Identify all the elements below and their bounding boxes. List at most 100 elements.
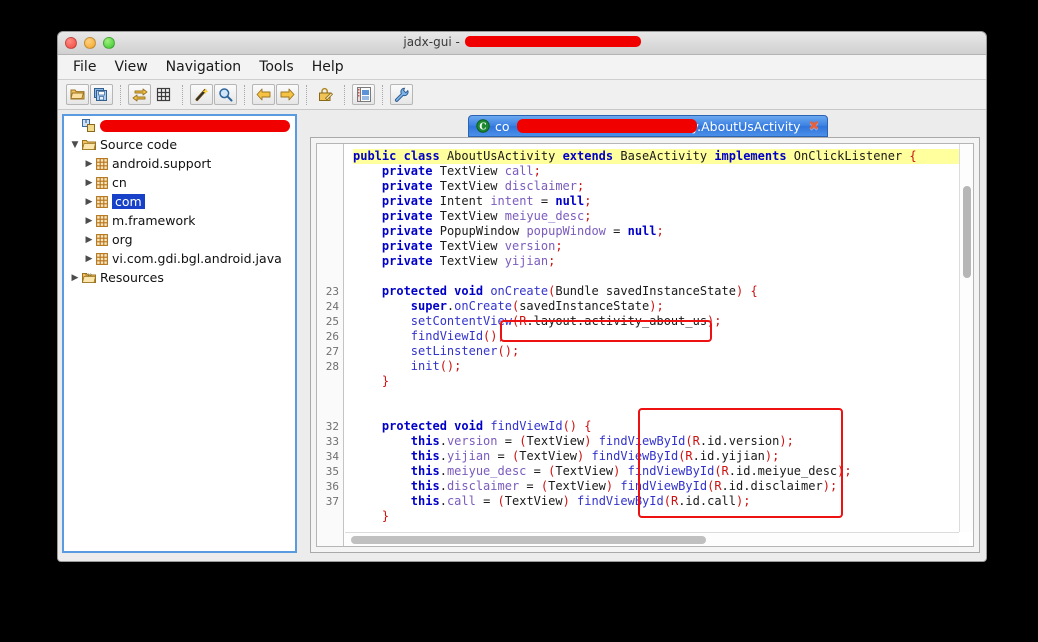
menu-file[interactable]: File <box>64 57 105 77</box>
save-all-icon <box>94 87 107 101</box>
code-token: private <box>381 194 433 208</box>
code-token: ; <box>511 344 520 358</box>
tree-node-cn[interactable]: ▶ cn <box>64 173 295 192</box>
code-token: extends <box>562 149 614 163</box>
tree-label-cn: cn <box>112 175 127 190</box>
source-code-text[interactable]: public class AboutUsActivity extends Bas… <box>345 144 959 532</box>
svg-text:C: C <box>479 122 486 132</box>
decompile-button[interactable] <box>314 84 337 105</box>
tree-root-node[interactable] <box>64 116 295 135</box>
code-line: setLinstener(); <box>353 344 959 359</box>
project-tree-panel[interactable]: ▼ Source code ▶ android.support ▶ cn ▶ c… <box>62 114 297 553</box>
vertical-scrollbar[interactable] <box>959 144 973 532</box>
toolbar-separator-4 <box>306 84 308 105</box>
code-token: = <box>533 194 556 208</box>
code-token: = <box>497 434 520 448</box>
package-icon <box>96 157 108 170</box>
code-token: TextView <box>439 179 498 193</box>
close-tab-button[interactable]: ✖ <box>809 119 820 134</box>
tree-twisty-com[interactable]: ▶ <box>82 197 96 207</box>
code-line: } <box>353 374 959 389</box>
menu-navigation[interactable]: Navigation <box>157 57 251 77</box>
window-titlebar[interactable]: jadx-gui - <box>58 32 986 55</box>
code-token: OnClickListener <box>793 149 903 163</box>
flatten-packages-button[interactable] <box>152 84 175 105</box>
tree-node-org[interactable]: ▶ org <box>64 230 295 249</box>
editor-tab-aboutusactivity[interactable]: C co y.AboutUsActivity ✖ <box>468 115 829 137</box>
preferences-button[interactable] <box>390 84 413 105</box>
search-text-button[interactable] <box>214 84 237 105</box>
deobfuscation-button[interactable] <box>190 84 213 105</box>
tree-twisty-resources[interactable]: ▶ <box>68 273 82 283</box>
tree-twisty-android-support[interactable]: ▶ <box>82 159 96 169</box>
tree-node-source-code[interactable]: ▼ Source code <box>64 135 295 154</box>
code-token: findViewId <box>410 329 484 343</box>
open-file-button[interactable] <box>66 84 89 105</box>
tree-node-android-support[interactable]: ▶ android.support <box>64 154 295 173</box>
sync-source-button[interactable] <box>128 84 151 105</box>
line-number: 25 <box>325 315 339 328</box>
editor-area: C co y.AboutUsActivity ✖ 23 24 25 26 27 28 32 33… <box>310 114 980 553</box>
code-token: TextView <box>555 464 614 478</box>
tree-twisty-org[interactable]: ▶ <box>82 235 96 245</box>
menu-help[interactable]: Help <box>303 57 353 77</box>
code-token: this <box>410 434 440 448</box>
code-token: TextView <box>519 449 578 463</box>
package-icon <box>96 195 108 208</box>
editor-tab-suffix: y.AboutUsActivity <box>691 118 801 134</box>
log-viewer-button[interactable] <box>352 84 375 105</box>
code-token: setContentView <box>410 314 512 328</box>
navigate-back-button[interactable] <box>252 84 275 105</box>
save-all-button[interactable] <box>90 84 113 105</box>
tree-node-vi-com-gdi[interactable]: ▶ vi.com.gdi.bgl.android.java <box>64 249 295 268</box>
editor-tab-label: co y.AboutUsActivity <box>495 118 801 134</box>
code-viewer[interactable]: 23 24 25 26 27 28 32 33 34 35 36 37 public class Ab… <box>316 143 974 547</box>
code-line: private PopupWindow popupWindow = null; <box>353 224 959 239</box>
code-token: } <box>381 509 390 523</box>
code-token: . <box>439 464 447 478</box>
line-number: 23 <box>325 285 339 298</box>
horizontal-scrollbar-thumb[interactable] <box>351 536 706 544</box>
archive-icon <box>82 118 96 133</box>
tree-node-resources[interactable]: ▶ 010 Resources <box>64 268 295 287</box>
code-token: findViewById <box>591 449 679 463</box>
code-token: findViewById <box>627 464 715 478</box>
code-token: { <box>909 149 917 163</box>
tree-label-vi-com-gdi: vi.com.gdi.bgl.android.java <box>112 251 282 266</box>
code-token: private <box>381 209 433 223</box>
tree-twisty-vi-com-gdi[interactable]: ▶ <box>82 254 96 264</box>
tree-twisty-cn[interactable]: ▶ <box>82 178 96 188</box>
code-token: this <box>410 494 440 508</box>
tree-twisty-expanded[interactable]: ▼ <box>68 140 82 150</box>
tree-node-com[interactable]: ▶ com <box>64 192 295 211</box>
code-token: = <box>475 494 498 508</box>
code-token: version <box>446 434 498 448</box>
toolbar-separator-1 <box>120 84 122 105</box>
code-line: protected void findViewId() { <box>353 419 959 434</box>
code-token: yijian <box>446 449 491 463</box>
code-token: ) <box>822 479 830 493</box>
tree-node-m-framework[interactable]: ▶ m.framework <box>64 211 295 230</box>
code-line: } <box>353 509 959 524</box>
code-token: ; <box>714 314 722 328</box>
code-line: init(); <box>353 359 959 374</box>
tree-twisty-m-framework[interactable]: ▶ <box>82 216 96 226</box>
code-token: intent <box>490 194 534 208</box>
code-token: TextView <box>439 239 498 253</box>
code-token: ( <box>663 494 671 508</box>
horizontal-scrollbar[interactable] <box>345 532 959 546</box>
navigate-forward-button[interactable] <box>276 84 299 105</box>
menu-view[interactable]: View <box>105 57 156 77</box>
vertical-scrollbar-thumb[interactable] <box>963 186 971 278</box>
menu-tools[interactable]: Tools <box>250 57 303 77</box>
